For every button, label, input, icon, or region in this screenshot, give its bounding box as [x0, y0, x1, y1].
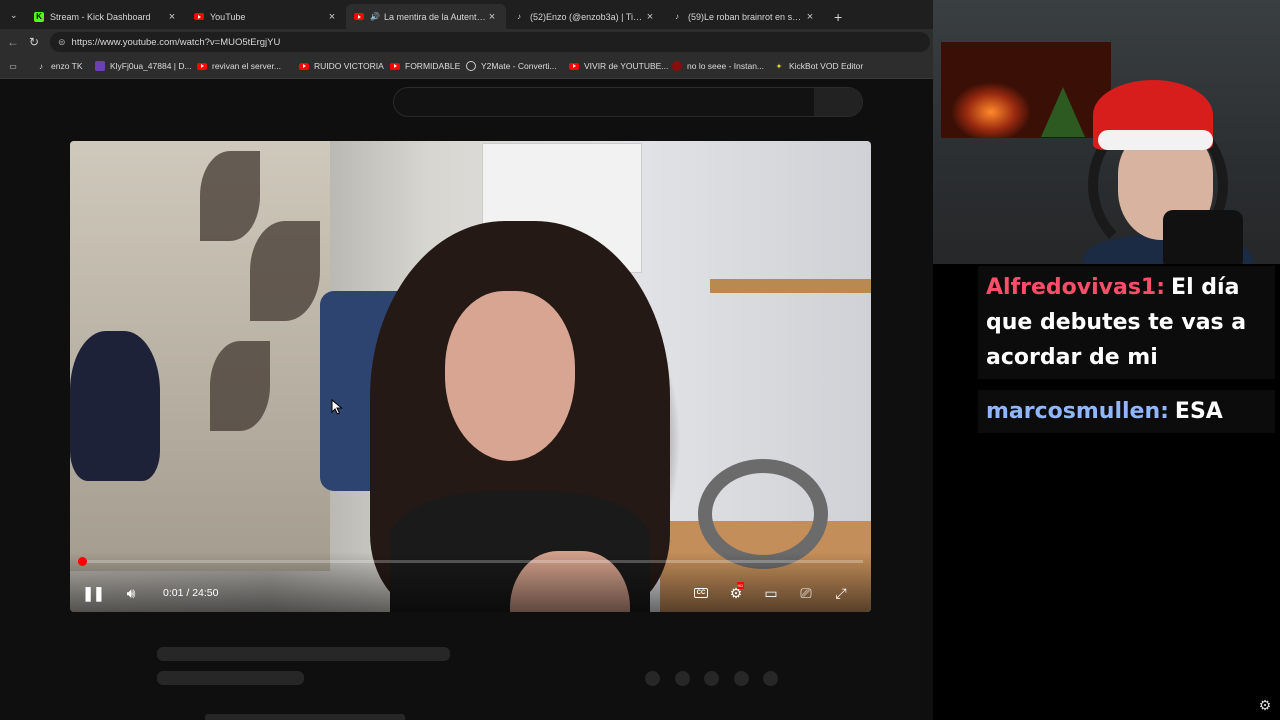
kick-icon: K	[34, 11, 44, 22]
action-skeleton	[763, 671, 778, 686]
tab-tiktok-video[interactable]: ♪ (59)Le roban brainrot en su cara # ×	[664, 4, 824, 29]
title-skeleton	[157, 647, 450, 661]
youtube-icon	[197, 61, 207, 71]
browser-tab-bar: ⌄ K Stream - Kick Dashboard × YouTube × …	[0, 0, 933, 29]
address-bar-row: ← ↻ ⊜ https://www.youtube.com/watch?v=MU…	[0, 29, 933, 55]
volume-icon: 🔊︎	[126, 584, 136, 601]
video-player[interactable]: ❚❚ 🔊︎ 0:01 / 24:50 CC ⚙ HD ▭ ⎚ ⤢	[70, 141, 871, 612]
kickbot-icon: ✦	[775, 61, 783, 71]
time-display: 0:01 / 24:50	[163, 587, 219, 599]
tiktok-icon: ♪	[517, 12, 521, 21]
new-tab-button[interactable]: +	[826, 4, 848, 29]
cast-button[interactable]: ⎚	[792, 582, 820, 604]
subtitles-button[interactable]: CC	[687, 582, 715, 604]
youtube-icon	[390, 61, 400, 71]
url-text: https://www.youtube.com/watch?v=MUO5tErg…	[71, 36, 281, 48]
url-field[interactable]: ⊜ https://www.youtube.com/watch?v=MUO5tE…	[50, 32, 930, 52]
chat-username: Alfredovivas1:	[986, 275, 1166, 300]
youtube-icon	[354, 12, 364, 22]
progress-bar[interactable]	[77, 557, 863, 566]
tab-list-button[interactable]: ⌄	[2, 6, 24, 24]
chat-overlay: Alfredovivas1: El día que debutes te vas …	[933, 264, 1280, 720]
progress-scrubber[interactable]	[77, 557, 87, 566]
youtube-icon	[194, 12, 204, 22]
tiktok-icon: ♪	[675, 12, 679, 21]
fullscreen-icon: ⤢	[835, 584, 847, 601]
site-info-icon[interactable]: ⊜	[58, 37, 66, 48]
close-icon[interactable]: ×	[644, 11, 656, 23]
bookmark-item[interactable]: RUIDO VICTORIA	[299, 61, 384, 71]
search-button[interactable]	[814, 88, 862, 116]
gear-icon: ⚙ HD	[729, 581, 745, 601]
video-frame-leaf	[200, 151, 260, 241]
youtube-page: ❚❚ 🔊︎ 0:01 / 24:50 CC ⚙ HD ▭ ⎚ ⤢	[0, 80, 933, 720]
close-icon[interactable]: ×	[166, 11, 178, 23]
back-arrow-icon[interactable]: ←	[5, 35, 21, 49]
chat-message: Alfredovivas1: El día que debutes te vas …	[978, 266, 1275, 379]
chat-username: marcosmullen:	[986, 399, 1169, 424]
bookmark-item[interactable]: ✦ KickBot VOD Editor	[774, 61, 864, 71]
bookmark-item[interactable]: KlyFj0ua_47884 | D...	[95, 61, 192, 71]
theater-icon: ▭	[764, 584, 778, 601]
reload-icon[interactable]: ↻	[26, 35, 42, 49]
mouse-cursor-icon	[331, 398, 343, 420]
channel-skeleton	[157, 671, 304, 685]
microphone	[1163, 210, 1243, 264]
tab-tiktok-profile[interactable]: ♪ (52)Enzo (@enzob3a) | TikTok ×	[506, 4, 664, 29]
tab-video-active[interactable]: 🔊 La mentira de la Autenticidad ×	[346, 4, 506, 29]
tab-kick-dashboard[interactable]: K Stream - Kick Dashboard ×	[26, 4, 186, 29]
youtube-icon	[569, 61, 579, 71]
mute-button[interactable]: 🔊︎	[117, 582, 145, 604]
close-icon[interactable]: ×	[326, 11, 338, 23]
bookmarks-menu-icon[interactable]: ▭	[8, 61, 23, 71]
action-skeleton	[675, 671, 690, 686]
webcam-overlay	[933, 0, 1280, 264]
instagram-icon	[672, 61, 682, 71]
video-frame-leaf	[210, 341, 270, 431]
chat-message: marcosmullen: ESA	[978, 390, 1275, 433]
bookmarks-bar: ▭ ♪ enzo TK KlyFj0ua_47884 | D... revivan…	[0, 55, 933, 79]
hd-badge: HD	[736, 581, 745, 589]
video-frame-cat	[70, 331, 160, 481]
pause-button[interactable]: ❚❚	[79, 582, 107, 604]
settings-button[interactable]: ⚙ HD	[722, 581, 750, 604]
search-bar-placeholder[interactable]	[393, 87, 863, 117]
player-controls: ❚❚ 🔊︎ 0:01 / 24:50 CC ⚙ HD ▭ ⎚ ⤢	[70, 552, 871, 612]
video-frame-leaf	[250, 221, 320, 321]
tab-youtube[interactable]: YouTube ×	[186, 4, 346, 29]
cast-icon: ⎚	[800, 584, 812, 601]
bookmark-item[interactable]: FORMIDABLE	[390, 61, 460, 71]
fullscreen-button[interactable]: ⤢	[827, 582, 855, 604]
close-icon[interactable]: ×	[804, 11, 816, 23]
action-skeleton	[704, 671, 719, 686]
twitch-icon	[95, 61, 105, 71]
y2mate-icon	[466, 61, 476, 71]
speaker-icon[interactable]: 🔊	[370, 12, 380, 22]
bookmark-item[interactable]: Y2Mate - Converti...	[466, 61, 557, 71]
chevron-down-icon: ⌄	[10, 9, 18, 20]
bookmark-item[interactable]: ♪ enzo TK	[36, 61, 83, 71]
action-skeleton	[645, 671, 660, 686]
video-frame-shelf	[710, 279, 871, 293]
bookmark-item[interactable]: VIVIR de YOUTUBE...	[569, 61, 668, 71]
webcam-streamer	[1083, 70, 1253, 264]
gear-icon[interactable]: ⚙	[1256, 696, 1274, 714]
action-skeleton	[734, 671, 749, 686]
youtube-icon	[299, 61, 309, 71]
description-skeleton	[205, 714, 405, 720]
tiktok-icon: ♪	[39, 61, 43, 71]
close-icon[interactable]: ×	[486, 11, 498, 23]
bookmark-item[interactable]: revivan el server...	[197, 61, 281, 71]
chat-text: ESA	[1174, 399, 1223, 424]
pause-icon: ❚❚	[82, 584, 104, 601]
webcam-background-screen	[941, 42, 1111, 138]
theater-mode-button[interactable]: ▭	[757, 582, 785, 604]
cc-icon: CC	[693, 588, 709, 598]
bookmark-item[interactable]: no lo seee - Instan...	[672, 61, 764, 71]
